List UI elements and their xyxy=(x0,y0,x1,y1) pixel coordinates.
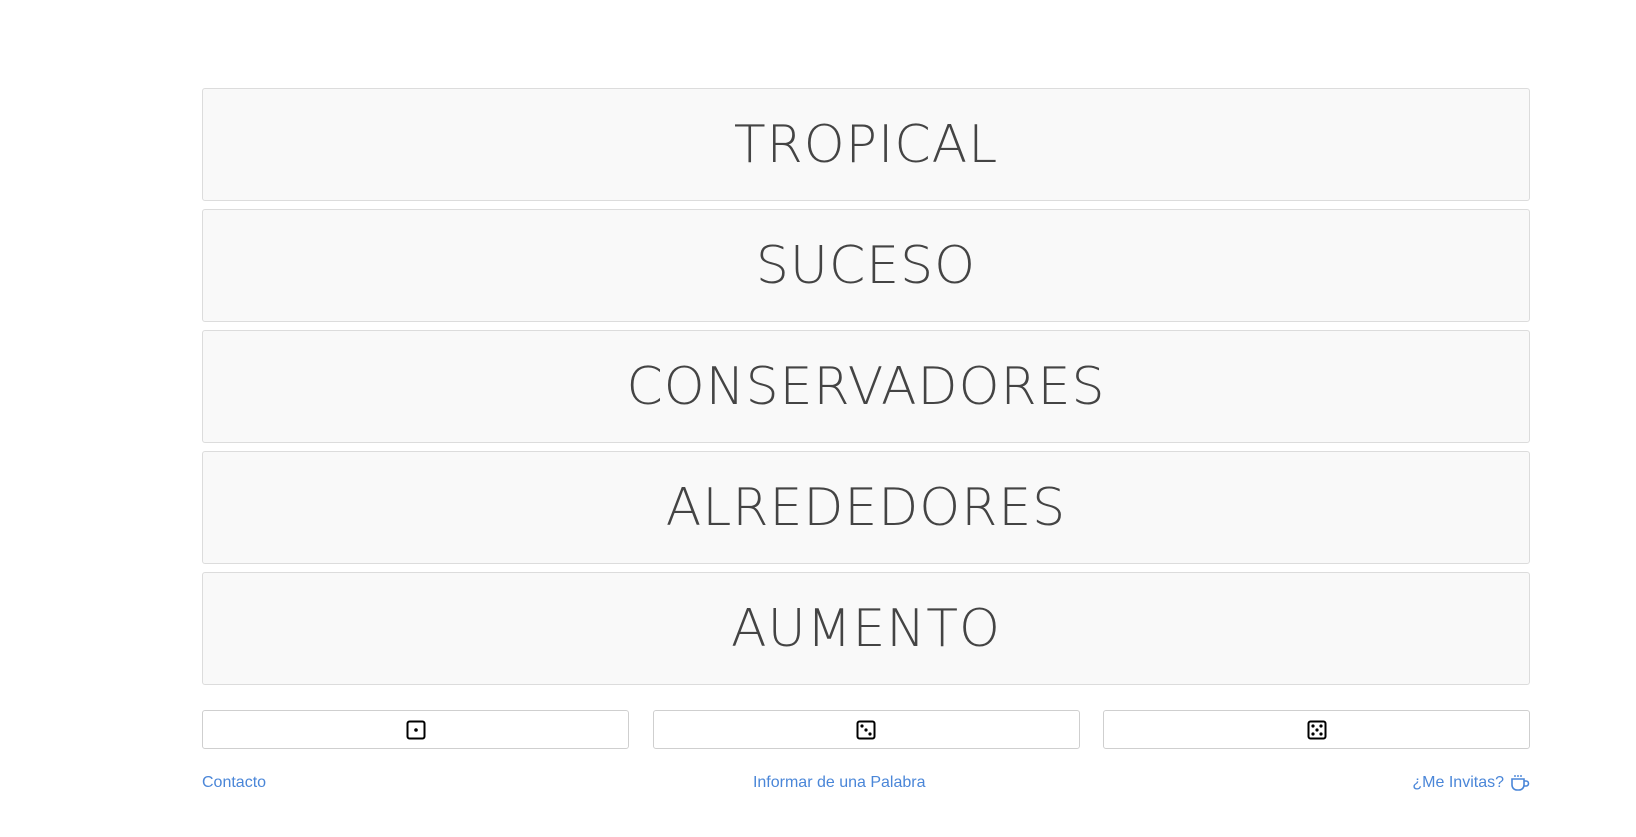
word-card[interactable]: CONSERVADORES xyxy=(202,330,1530,443)
generate-one-word-button[interactable] xyxy=(202,710,629,749)
word-text: CONSERVADORES xyxy=(626,356,1106,417)
report-word-link[interactable]: Informar de una Palabra xyxy=(753,774,926,792)
word-card[interactable]: SUCESO xyxy=(202,209,1530,322)
word-text: ALREDEDORES xyxy=(665,477,1067,538)
word-card[interactable]: AUMENTO xyxy=(202,572,1530,685)
invite-link[interactable]: ¿Me Invitas? xyxy=(1412,774,1530,792)
coffee-cup-icon xyxy=(1510,774,1530,792)
dice-one-icon xyxy=(406,720,425,739)
footer: Contacto Informar de una Palabra ¿Me Inv… xyxy=(202,774,1530,792)
dice-five-icon xyxy=(1307,720,1326,739)
main-container: TROPICAL SUCESO CONSERVADORES ALREDEDORE… xyxy=(202,88,1530,792)
dice-button-row xyxy=(202,710,1530,749)
generate-three-words-button[interactable] xyxy=(652,710,1080,749)
dice-three-icon xyxy=(856,720,876,739)
word-card[interactable]: TROPICAL xyxy=(202,88,1530,201)
word-card[interactable]: ALREDEDORES xyxy=(202,451,1530,564)
word-text: SUCESO xyxy=(755,235,977,296)
generate-five-words-button[interactable] xyxy=(1103,710,1530,749)
word-text: TROPICAL xyxy=(733,114,999,175)
word-text: AUMENTO xyxy=(731,598,1001,659)
invite-label: ¿Me Invitas? xyxy=(1412,774,1504,791)
contact-link[interactable]: Contacto xyxy=(202,774,266,792)
